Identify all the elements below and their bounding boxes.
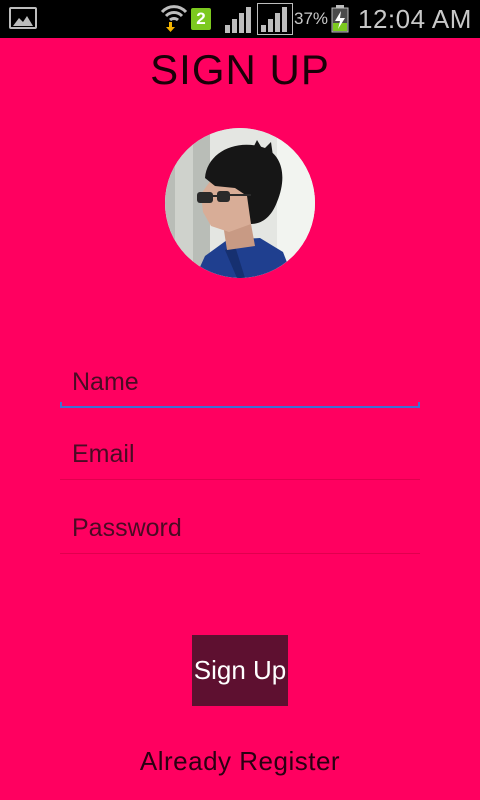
password-field-underline <box>60 553 420 554</box>
clock: 12:04 AM <box>358 4 472 34</box>
signal-icon <box>225 7 251 33</box>
name-input[interactable] <box>60 360 420 404</box>
password-field[interactable] <box>60 506 420 554</box>
battery-charging-icon <box>331 5 349 33</box>
name-field[interactable] <box>60 360 420 408</box>
wifi-download-icon <box>160 5 188 32</box>
gallery-icon <box>9 7 37 29</box>
page-title: SIGN UP <box>150 46 330 93</box>
already-register-link[interactable]: Already Register <box>0 746 480 777</box>
sim-2-icon: 2 <box>191 8 211 30</box>
signup-screen: 2 37% 12:04 AM SIGN UP Name Email Sign U… <box>0 0 480 800</box>
email-field-underline <box>60 479 420 480</box>
status-bar: 2 37% 12:04 AM <box>0 0 480 38</box>
battery-percent: 37% <box>294 9 329 28</box>
email-input[interactable] <box>60 432 420 476</box>
avatar[interactable] <box>165 128 315 278</box>
signal-icon <box>257 3 293 35</box>
profile-photo <box>165 128 315 278</box>
signup-button[interactable]: Sign Up <box>192 635 288 706</box>
name-field-underline <box>60 402 420 408</box>
email-field[interactable] <box>60 432 420 480</box>
password-input[interactable] <box>60 506 420 550</box>
